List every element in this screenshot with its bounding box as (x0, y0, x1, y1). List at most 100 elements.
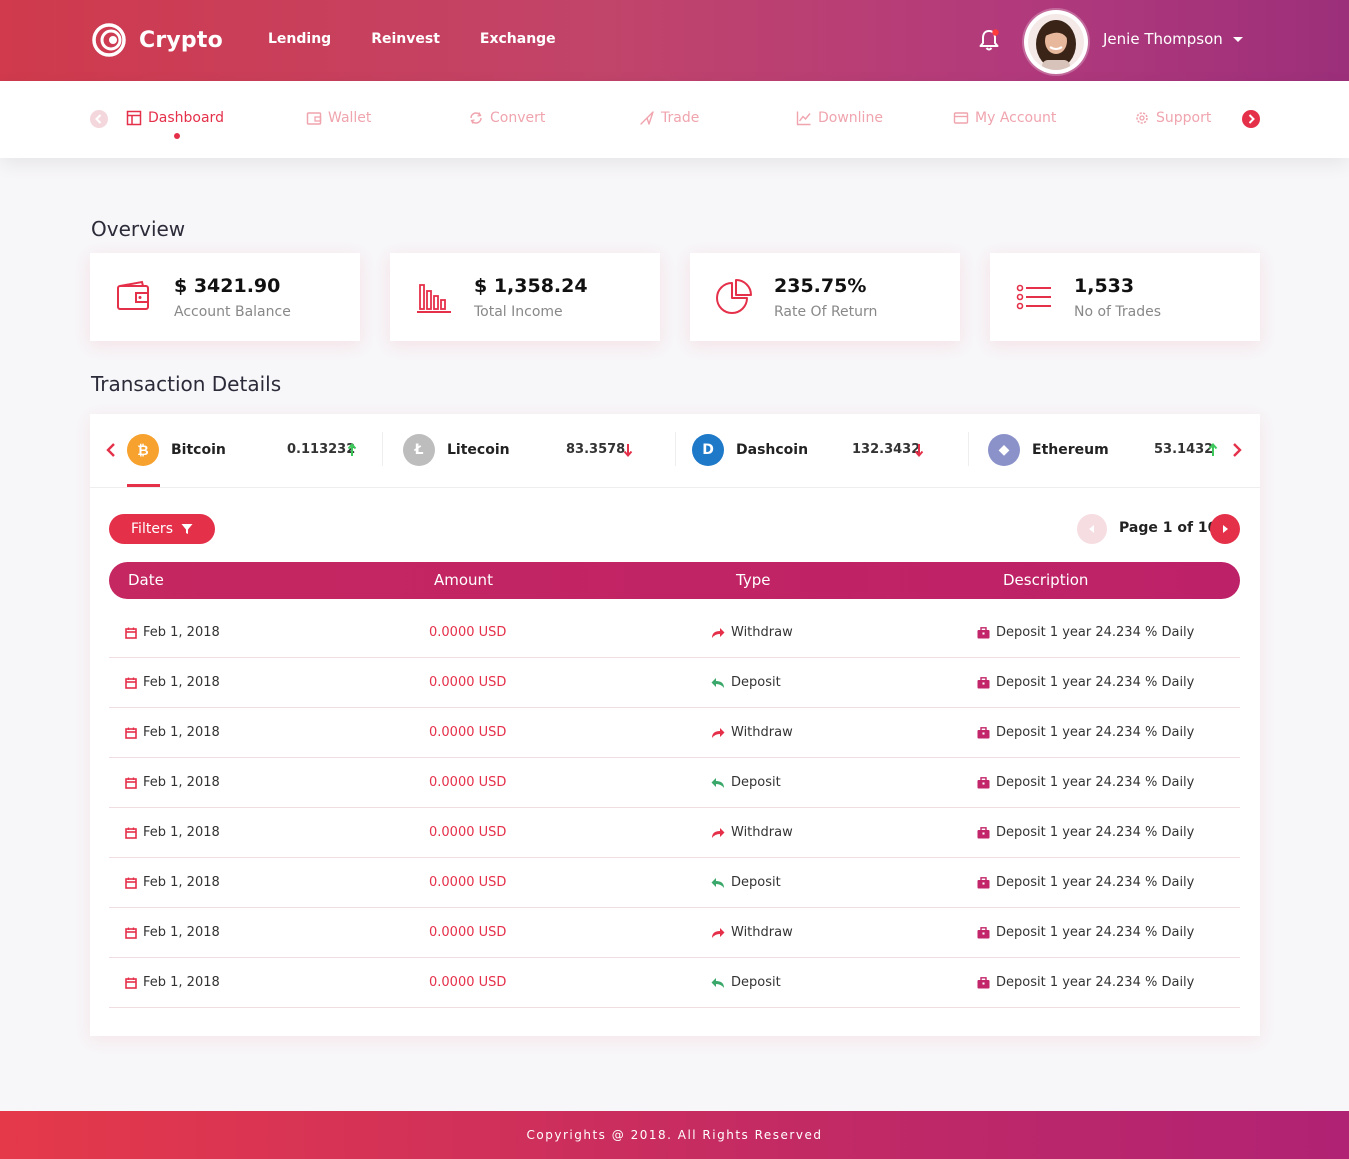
description-text: Deposit 1 year 24.234 % Daily (996, 625, 1195, 640)
chevron-right-icon[interactable] (1232, 442, 1242, 458)
cell-amount: 0.0000 USD (429, 925, 506, 940)
subnav-next-button[interactable] (1242, 110, 1260, 128)
type-text: Withdraw (731, 725, 793, 740)
user-menu[interactable]: Jenie Thompson (1103, 30, 1243, 48)
wallet-icon (306, 112, 322, 125)
subnav-item-dashboard[interactable]: Dashboard (126, 110, 224, 126)
stat-label: No of Trades (1074, 304, 1162, 320)
stat-card-no-of-trades: 1,533 No of Trades (990, 253, 1260, 341)
table-row[interactable]: Feb 1, 2018 0.0000 USD Deposit Deposit 1 ye… (109, 858, 1240, 908)
table-row[interactable]: Feb 1, 2018 0.0000 USD Deposit Deposit 1 ye… (109, 758, 1240, 808)
briefcase-icon (977, 626, 990, 638)
cell-description: Deposit 1 year 24.234 % Daily (977, 925, 1194, 940)
briefcase-icon (977, 726, 990, 738)
description-text: Deposit 1 year 24.234 % Daily (996, 875, 1195, 890)
copyright-text: Copyrights @ 2018. All Rights Reserved (526, 1128, 823, 1142)
notification-bell-icon[interactable] (976, 27, 1002, 53)
coin-dashcoin[interactable]: D Dashcoin 132.3432 (692, 433, 924, 467)
subnav-prev-button[interactable] (90, 110, 108, 128)
pager-text: Page 1 of 10 (1119, 520, 1218, 536)
brand-logo[interactable]: Crypto (91, 22, 223, 58)
filters-label: Filters (131, 521, 173, 537)
col-description[interactable]: Description (1003, 571, 1088, 589)
date-text: Feb 1, 2018 (143, 925, 220, 940)
withdraw-arrow-icon (712, 727, 725, 738)
cell-description: Deposit 1 year 24.234 % Daily (977, 725, 1194, 740)
cell-amount: 0.0000 USD (429, 675, 506, 690)
coin-value: 83.3578 (566, 442, 626, 457)
briefcase-icon (977, 776, 990, 788)
stat-label: Rate Of Return (774, 304, 878, 320)
cell-date: Feb 1, 2018 (125, 725, 220, 740)
date-text: Feb 1, 2018 (143, 625, 220, 640)
stat-value: 235.75% (774, 275, 867, 297)
transactions-title: Transaction Details (91, 372, 282, 396)
type-text: Withdraw (731, 825, 793, 840)
chevron-left-icon[interactable] (106, 442, 116, 458)
coin-litecoin[interactable]: Ł Litecoin 83.3578 (403, 433, 633, 467)
coin-active-indicator (127, 484, 160, 487)
amount-text: 0.0000 USD (429, 875, 507, 890)
nav-reinvest[interactable]: Reinvest (371, 31, 440, 47)
cell-type: Deposit (711, 975, 781, 990)
table-row[interactable]: Feb 1, 2018 0.0000 USD Withdraw Deposit 1 y… (109, 908, 1240, 958)
briefcase-icon (977, 976, 990, 988)
pager-next-button[interactable] (1210, 514, 1240, 544)
briefcase-icon (977, 926, 990, 938)
cell-amount: 0.0000 USD (429, 825, 506, 840)
subnav-item-wallet[interactable]: Wallet (306, 110, 371, 126)
cell-type: Withdraw (711, 725, 793, 740)
subnav-item-my-account[interactable]: My Account (953, 110, 1056, 126)
cell-date: Feb 1, 2018 (125, 975, 220, 990)
top-header: Crypto Lending Reinvest Exchange Jenie T… (0, 0, 1349, 81)
user-avatar[interactable] (1024, 10, 1088, 74)
coin-name: Litecoin (447, 442, 510, 458)
calendar-icon (125, 627, 137, 639)
calendar-icon (125, 927, 137, 939)
filters-button[interactable]: Filters (109, 514, 215, 544)
subnav-item-trade[interactable]: Trade (639, 110, 699, 126)
table-row[interactable]: Feb 1, 2018 0.0000 USD Withdraw Deposit 1 y… (109, 708, 1240, 758)
date-text: Feb 1, 2018 (143, 825, 220, 840)
convert-icon (470, 112, 482, 124)
cell-description: Deposit 1 year 24.234 % Daily (977, 775, 1194, 790)
coin-value: 0.113232 (287, 442, 356, 457)
subnav-item-convert[interactable]: Convert (468, 110, 545, 126)
coin-bitcoin[interactable]: ₿ Bitcoin 0.113232 (127, 433, 357, 467)
amount-text: 0.0000 USD (429, 975, 507, 990)
divider (675, 432, 676, 466)
stat-value: 1,533 (1074, 275, 1135, 297)
withdraw-arrow-icon (712, 827, 725, 838)
cell-date: Feb 1, 2018 (125, 775, 220, 790)
col-type[interactable]: Type (736, 571, 770, 589)
stat-card-account-balance: $ 3421.90 Account Balance (90, 253, 360, 341)
cell-type: Deposit (711, 775, 781, 790)
subnav-item-downline[interactable]: Downline (796, 110, 883, 126)
nav-exchange[interactable]: Exchange (480, 31, 556, 47)
col-amount[interactable]: Amount (434, 571, 493, 589)
table-row[interactable]: Feb 1, 2018 0.0000 USD Withdraw Deposit 1 y… (109, 808, 1240, 858)
amount-text: 0.0000 USD (429, 775, 507, 790)
type-text: Withdraw (731, 925, 793, 940)
nav-lending[interactable]: Lending (268, 31, 331, 47)
deposit-arrow-icon (711, 777, 724, 788)
subnav-item-support[interactable]: Support (1134, 110, 1211, 126)
table-row[interactable]: Feb 1, 2018 0.0000 USD Deposit Deposit 1 ye… (109, 658, 1240, 708)
sub-nav: Dashboard Wallet Convert Trade Downline … (0, 81, 1349, 158)
table-header: Date Amount Type Description (109, 562, 1240, 599)
subnav-label: Support (1156, 110, 1212, 126)
cell-date: Feb 1, 2018 (125, 875, 220, 890)
filter-icon (181, 524, 193, 534)
date-text: Feb 1, 2018 (143, 675, 220, 690)
description-text: Deposit 1 year 24.234 % Daily (996, 975, 1195, 990)
col-date[interactable]: Date (128, 571, 164, 589)
stat-value: $ 3421.90 (174, 275, 281, 297)
coin-ethereum[interactable]: ◆ Ethereum 53.1432 (988, 433, 1218, 467)
pie-chart-icon (716, 279, 752, 314)
pager-prev-button[interactable] (1077, 514, 1107, 544)
table-row[interactable]: Feb 1, 2018 0.0000 USD Withdraw Deposit 1 y… (109, 608, 1240, 658)
table-row[interactable]: Feb 1, 2018 0.0000 USD Deposit Deposit 1 ye… (109, 958, 1240, 1008)
card-icon (953, 112, 969, 124)
coin-value: 132.3432 (852, 442, 921, 457)
cell-type: Deposit (711, 875, 781, 890)
